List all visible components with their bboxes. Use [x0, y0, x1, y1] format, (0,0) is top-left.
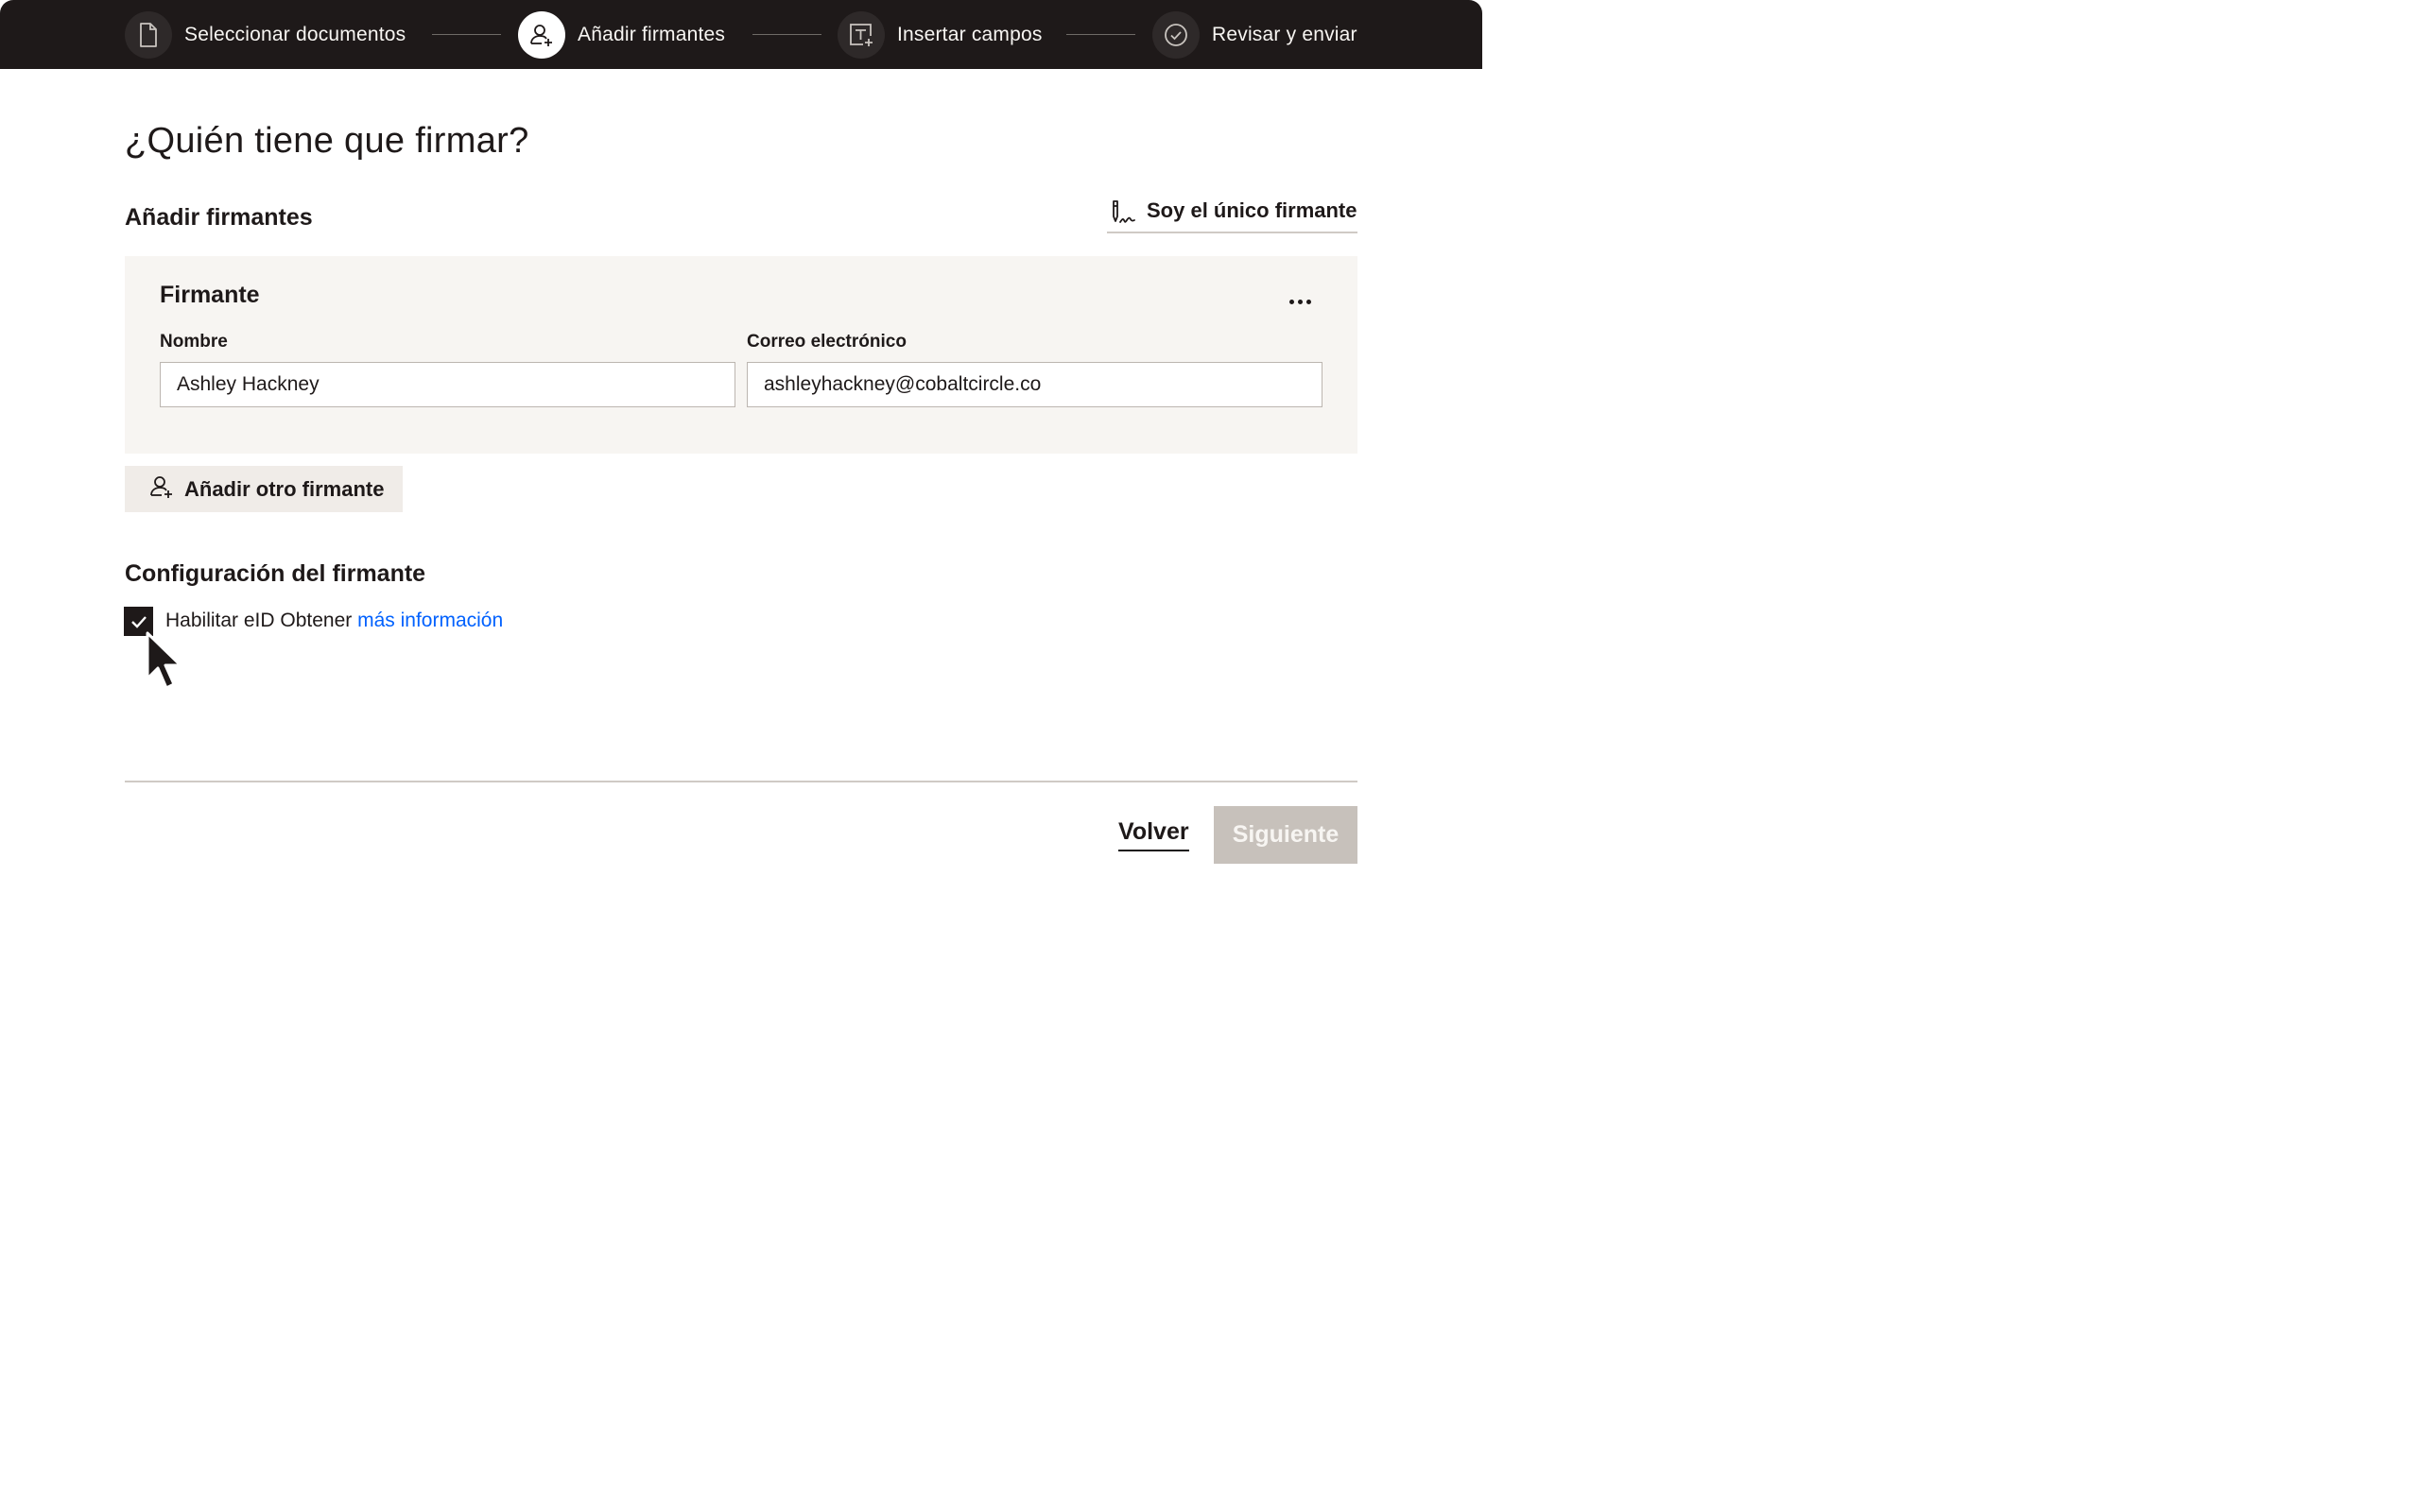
page-title: ¿Quién tiene que firmar? — [125, 121, 529, 161]
name-label: Nombre — [160, 332, 228, 352]
eid-label-row: Habilitar eID Obtener más información — [165, 610, 503, 632]
step-connector — [1066, 34, 1135, 35]
signature-pen-icon — [1107, 198, 1139, 232]
step-add-signers[interactable]: Añadir firmantes — [518, 11, 725, 59]
signer-card: Firmante Nombre Ashley Hackney Correo el… — [125, 256, 1357, 454]
document-icon — [125, 11, 172, 59]
signer-card-title: Firmante — [160, 282, 260, 308]
section-title-add-signers: Añadir firmantes — [125, 204, 313, 231]
add-signer-button[interactable]: Añadir otro firmante — [125, 466, 403, 512]
name-field[interactable]: Ashley Hackney — [160, 362, 735, 407]
step-connector — [752, 34, 821, 35]
step-label: Seleccionar documentos — [184, 24, 406, 45]
step-review-send[interactable]: Revisar y enviar — [1152, 11, 1357, 59]
footer-divider — [125, 781, 1357, 782]
mouse-pointer-icon — [144, 631, 185, 696]
step-connector — [432, 34, 501, 35]
name-value: Ashley Hackney — [177, 373, 320, 395]
back-button[interactable]: Volver — [1118, 818, 1189, 851]
settings-title: Configuración del firmante — [125, 560, 426, 587]
only-signer-button[interactable]: Soy el único firmante — [1107, 198, 1357, 233]
only-signer-label: Soy el único firmante — [1147, 198, 1357, 222]
email-label: Correo electrónico — [747, 332, 907, 352]
more-options-icon[interactable] — [1284, 292, 1316, 311]
add-person-icon — [148, 473, 175, 506]
insert-field-icon — [838, 11, 885, 59]
email-field[interactable]: ashleyhackney@cobaltcircle.co — [747, 362, 1322, 407]
more-info-link[interactable]: más información — [357, 610, 503, 631]
step-insert-fields[interactable]: Insertar campos — [838, 11, 1043, 59]
step-label: Insertar campos — [897, 24, 1043, 45]
add-person-icon — [518, 11, 565, 59]
check-circle-icon — [1152, 11, 1200, 59]
eid-label: Habilitar eID Obtener — [165, 610, 353, 631]
stepper-bar: Seleccionar documentos Añadir firmantes … — [0, 0, 1482, 69]
email-value: ashleyhackney@cobaltcircle.co — [764, 373, 1042, 395]
step-label: Añadir firmantes — [578, 24, 726, 45]
checkmark-icon — [130, 615, 147, 628]
step-label: Revisar y enviar — [1212, 24, 1357, 45]
add-signer-label: Añadir otro firmante — [184, 476, 385, 501]
next-button[interactable]: Siguiente — [1214, 806, 1357, 864]
step-select-documents[interactable]: Seleccionar documentos — [125, 11, 406, 59]
